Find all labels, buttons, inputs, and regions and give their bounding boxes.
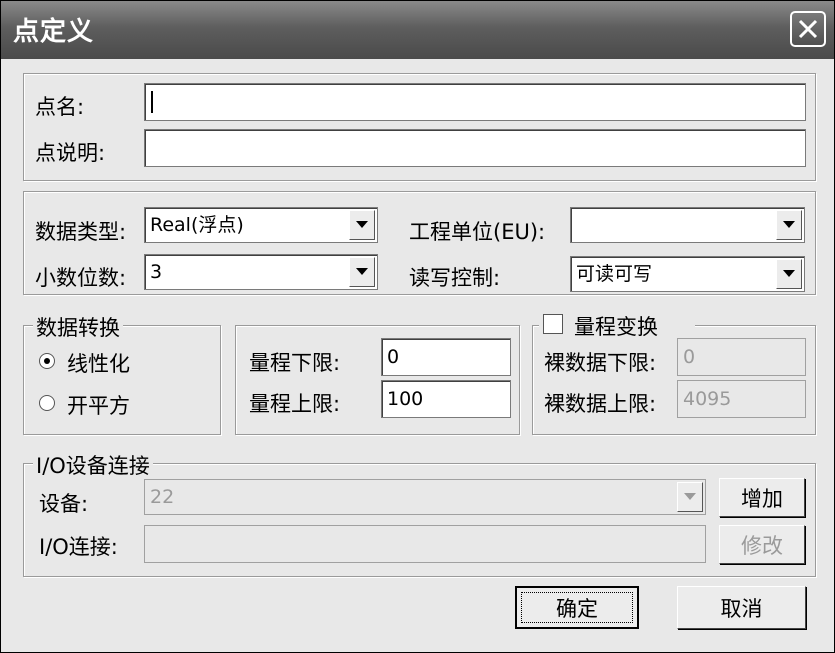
raw-low-label: 裸数据下限: xyxy=(544,351,657,375)
close-button[interactable] xyxy=(790,11,826,47)
unit-label: 工程单位(EU): xyxy=(409,220,546,244)
text-caret xyxy=(151,91,153,113)
title-bar[interactable]: 点定义 xyxy=(1,1,834,59)
range-high-input[interactable]: 100 xyxy=(381,380,511,418)
device-dropdown-button xyxy=(677,482,703,512)
device-select: 22 xyxy=(144,479,706,515)
ok-button[interactable]: 确定 xyxy=(515,586,639,629)
point-name-input[interactable] xyxy=(144,83,806,121)
raw-high-input: 4095 xyxy=(677,380,806,418)
io-connection-label: I/O连接: xyxy=(39,535,118,559)
decimals-label: 小数位数: xyxy=(35,266,127,290)
point-desc-input[interactable] xyxy=(144,129,806,167)
raw-high-label: 裸数据上限: xyxy=(544,392,657,416)
range-high-label: 量程上限: xyxy=(249,392,341,416)
rw-control-select[interactable]: 可读可写 xyxy=(570,256,805,292)
data-type-value: Real(浮点) xyxy=(150,213,244,236)
range-low-label: 量程下限: xyxy=(249,351,341,375)
data-type-dropdown-button[interactable] xyxy=(349,210,375,240)
transform-label[interactable]: 量程变换 xyxy=(574,311,658,341)
chevron-down-icon xyxy=(684,493,696,500)
data-type-select[interactable]: Real(浮点) xyxy=(144,207,378,243)
range-low-input[interactable]: 0 xyxy=(381,338,511,376)
rw-control-dropdown-button[interactable] xyxy=(776,259,802,289)
rw-control-label: 读写控制: xyxy=(409,266,501,290)
io-connection-input xyxy=(144,525,706,563)
rw-control-value: 可读可写 xyxy=(576,262,653,285)
decimals-select[interactable]: 3 xyxy=(144,254,378,290)
io-legend: I/O设备连接 xyxy=(33,450,153,480)
raw-low-input: 0 xyxy=(677,338,806,376)
radio-selected-dot xyxy=(44,358,50,364)
transform-checkbox[interactable] xyxy=(543,314,563,334)
linear-label[interactable]: 线性化 xyxy=(67,348,130,378)
unit-dropdown-button[interactable] xyxy=(776,210,802,240)
chevron-down-icon xyxy=(783,221,795,228)
chevron-down-icon xyxy=(783,270,795,277)
data-type-label: 数据类型: xyxy=(35,220,127,244)
add-button[interactable]: 增加 xyxy=(719,478,805,517)
point-name-label: 点名: xyxy=(35,95,85,119)
cancel-button[interactable]: 取消 xyxy=(677,586,806,629)
linear-radio[interactable] xyxy=(39,353,55,369)
point-definition-dialog: 点定义 点名: 点说明: 数据类型: Real(浮点) 工程单位(EU): 小数… xyxy=(0,0,835,653)
chevron-down-icon xyxy=(356,221,368,228)
point-desc-label: 点说明: xyxy=(35,141,106,165)
modify-button: 修改 xyxy=(719,525,805,564)
chevron-down-icon xyxy=(356,268,368,275)
unit-select[interactable] xyxy=(570,207,805,243)
device-value: 22 xyxy=(150,485,175,508)
decimals-dropdown-button[interactable] xyxy=(349,257,375,287)
sqrt-radio[interactable] xyxy=(39,395,55,411)
conversion-legend: 数据转换 xyxy=(33,312,123,342)
dialog-title: 点定义 xyxy=(13,17,95,47)
decimals-value: 3 xyxy=(150,260,163,283)
sqrt-label[interactable]: 开平方 xyxy=(67,390,130,420)
close-icon xyxy=(798,19,818,39)
device-label: 设备: xyxy=(39,492,89,516)
